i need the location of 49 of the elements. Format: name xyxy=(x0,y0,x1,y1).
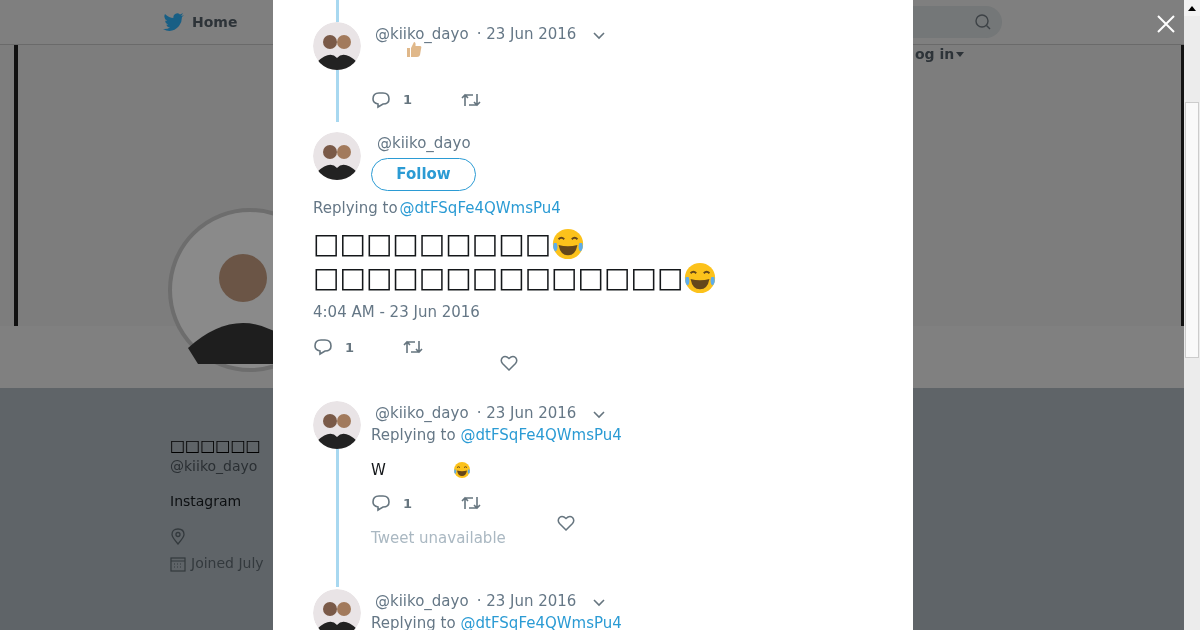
tweet-date[interactable]: · 23 Jun 2016 xyxy=(476,22,577,46)
search-icon xyxy=(974,13,992,31)
retweet-icon[interactable] xyxy=(403,339,423,356)
heart-icon[interactable] xyxy=(500,355,518,371)
retweet-icon[interactable] xyxy=(461,91,481,108)
profile-bio: Instagram xyxy=(170,492,242,511)
tweet-text: □□□□□□□□□□□□□□ xyxy=(313,264,684,292)
avatar xyxy=(313,22,361,70)
avatar xyxy=(313,401,361,449)
tweet-text: W xyxy=(371,460,387,481)
caret-icon[interactable] xyxy=(592,31,607,41)
caret-icon[interactable] xyxy=(592,410,607,420)
replying-label: Replying to xyxy=(371,612,456,630)
tweet-handle[interactable]: @kiiko_dayo xyxy=(377,132,476,155)
tweet-handle[interactable]: @kiiko_dayo xyxy=(375,22,469,46)
reply-icon[interactable] xyxy=(371,90,391,109)
scrollbar[interactable] xyxy=(1184,0,1200,630)
unavailable-notice: Tweet unavailable xyxy=(371,528,507,549)
reply-icon[interactable] xyxy=(313,338,333,357)
login-menu[interactable]: og in xyxy=(915,44,955,65)
tweet-date[interactable]: · 23 Jun 2016 xyxy=(476,589,577,613)
reply-count: 1 xyxy=(403,91,413,109)
calendar-icon xyxy=(170,555,186,572)
replying-label: Replying to xyxy=(371,424,456,446)
avatar xyxy=(313,589,361,630)
tweet-handle[interactable]: @kiiko_dayo xyxy=(375,401,469,425)
avatar xyxy=(313,132,361,180)
reply-icon[interactable] xyxy=(371,494,391,513)
location-icon xyxy=(170,528,186,545)
tweet-date[interactable]: · 23 Jun 2016 xyxy=(476,401,577,425)
reply-count: 1 xyxy=(403,494,413,513)
replying-label: Replying to xyxy=(313,197,398,219)
home-tab[interactable]: Home xyxy=(192,11,238,33)
mention-link[interactable]: @dtFSqFe4QWmsPu4 xyxy=(460,611,622,630)
profile-name: □□□□□□ xyxy=(170,435,261,456)
retweet-icon[interactable] xyxy=(461,495,481,512)
tweet-timestamp: 4:04 AM - 23 Jun 2016 xyxy=(313,302,481,323)
mention-link[interactable]: @dtFSqFe4QWmsPu4 xyxy=(399,196,561,219)
tweet-text: □□□□□□□□□ xyxy=(313,230,552,258)
laughing-face-icon xyxy=(551,227,586,261)
close-icon xyxy=(1156,14,1176,34)
close-button[interactable] xyxy=(1156,14,1176,34)
caret-icon[interactable] xyxy=(592,598,607,608)
mention-link[interactable]: @dtFSqFe4QWmsPu4 xyxy=(460,423,622,447)
heart-icon[interactable] xyxy=(557,515,575,531)
caret-icon xyxy=(956,52,965,57)
laughing-face-icon xyxy=(683,261,718,295)
reply-count: 1 xyxy=(345,338,355,357)
tweet-handle[interactable]: @kiiko_dayo xyxy=(375,589,469,613)
